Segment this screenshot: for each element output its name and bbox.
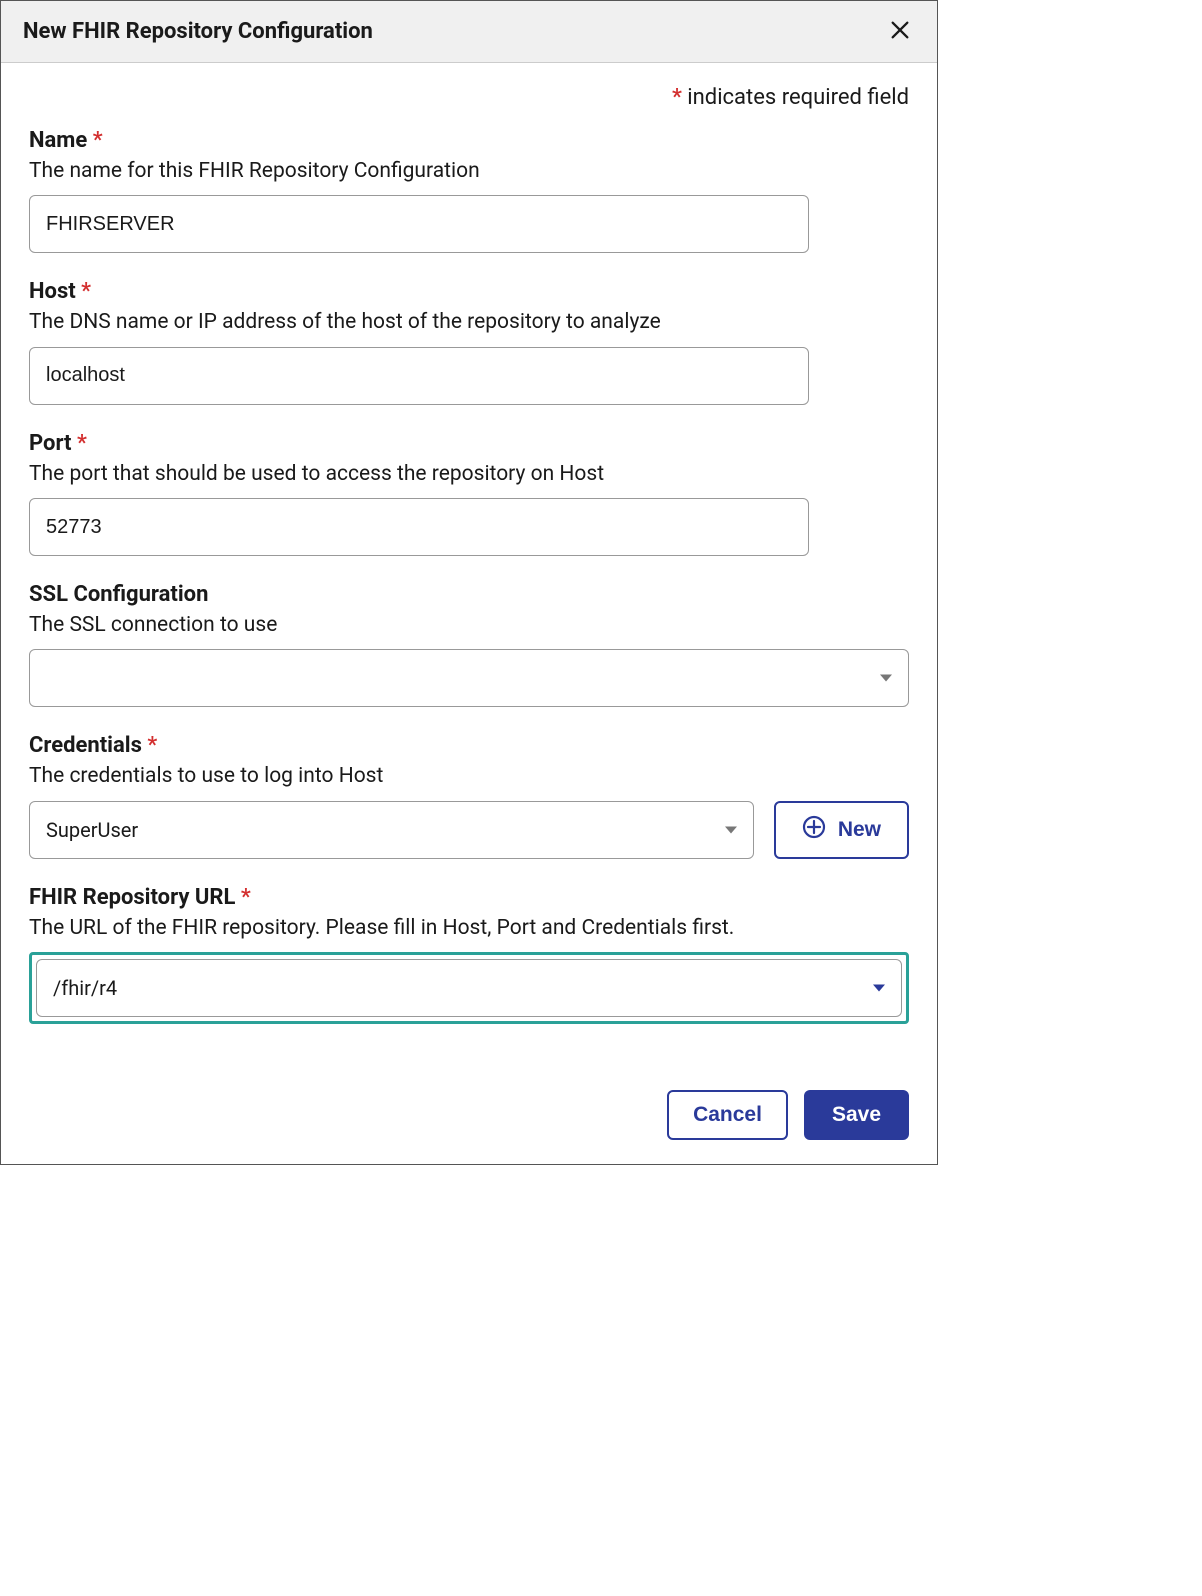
required-note-text: indicates required field xyxy=(687,85,909,110)
url-select-wrap: /fhir/r4 xyxy=(36,959,902,1017)
field-label-port: Port * xyxy=(29,431,909,456)
field-credentials: Credentials * The credentials to use to … xyxy=(29,733,909,858)
field-desc-credentials: The credentials to use to log into Host xyxy=(29,762,909,790)
dialog-footer: Cancel Save xyxy=(1,1042,937,1164)
field-desc-port: The port that should be used to access t… xyxy=(29,460,909,488)
field-label-name: Name * xyxy=(29,128,909,153)
field-desc-url: The URL of the FHIR repository. Please f… xyxy=(29,914,909,942)
new-label: New xyxy=(838,818,881,842)
dialog-title: New FHIR Repository Configuration xyxy=(23,19,373,44)
dialog-body: * indicates required field Name * The na… xyxy=(1,63,937,1042)
label-text: Port xyxy=(29,431,72,456)
asterisk-icon: * xyxy=(672,85,682,110)
asterisk-icon: * xyxy=(93,128,103,153)
field-name: Name * The name for this FHIR Repository… xyxy=(29,128,909,253)
host-input[interactable] xyxy=(29,347,809,405)
new-credential-button[interactable]: New xyxy=(774,801,909,859)
field-desc-name: The name for this FHIR Repository Config… xyxy=(29,157,909,185)
field-url: FHIR Repository URL * The URL of the FHI… xyxy=(29,885,909,1024)
field-ssl: SSL Configuration The SSL connection to … xyxy=(29,582,909,707)
field-label-ssl: SSL Configuration xyxy=(29,582,909,607)
close-icon xyxy=(889,19,911,44)
url-highlight: /fhir/r4 xyxy=(29,952,909,1024)
dialog-header: New FHIR Repository Configuration xyxy=(1,1,937,63)
cancel-button[interactable]: Cancel xyxy=(667,1090,788,1140)
credentials-value: SuperUser xyxy=(46,818,138,842)
save-button[interactable]: Save xyxy=(804,1090,909,1140)
field-port: Port * The port that should be used to a… xyxy=(29,431,909,556)
field-label-url: FHIR Repository URL * xyxy=(29,885,909,910)
ssl-select[interactable] xyxy=(29,649,909,707)
close-button[interactable] xyxy=(885,15,915,48)
credentials-row: SuperUser New xyxy=(29,801,909,859)
asterisk-icon: * xyxy=(81,279,91,304)
name-input[interactable] xyxy=(29,195,809,253)
credentials-select[interactable]: SuperUser xyxy=(29,801,754,859)
field-host: Host * The DNS name or IP address of the… xyxy=(29,279,909,404)
asterisk-icon: * xyxy=(77,431,87,456)
label-text: Name xyxy=(29,128,87,153)
label-text: FHIR Repository URL xyxy=(29,885,235,910)
label-text: Credentials xyxy=(29,733,142,758)
label-text: Host xyxy=(29,279,76,304)
dialog-new-fhir-repository: New FHIR Repository Configuration * indi… xyxy=(0,0,938,1165)
url-value: /fhir/r4 xyxy=(53,976,117,1000)
field-label-host: Host * xyxy=(29,279,909,304)
field-desc-ssl: The SSL connection to use xyxy=(29,611,909,639)
port-input[interactable] xyxy=(29,498,809,556)
required-field-note: * indicates required field xyxy=(29,85,909,110)
credentials-select-wrap: SuperUser xyxy=(29,801,754,859)
label-text: SSL Configuration xyxy=(29,582,208,607)
field-label-credentials: Credentials * xyxy=(29,733,909,758)
ssl-select-wrap xyxy=(29,649,909,707)
asterisk-icon: * xyxy=(241,885,251,910)
asterisk-icon: * xyxy=(147,733,157,758)
url-select[interactable]: /fhir/r4 xyxy=(36,959,902,1017)
field-desc-host: The DNS name or IP address of the host o… xyxy=(29,308,909,336)
plus-circle-icon xyxy=(802,815,826,845)
